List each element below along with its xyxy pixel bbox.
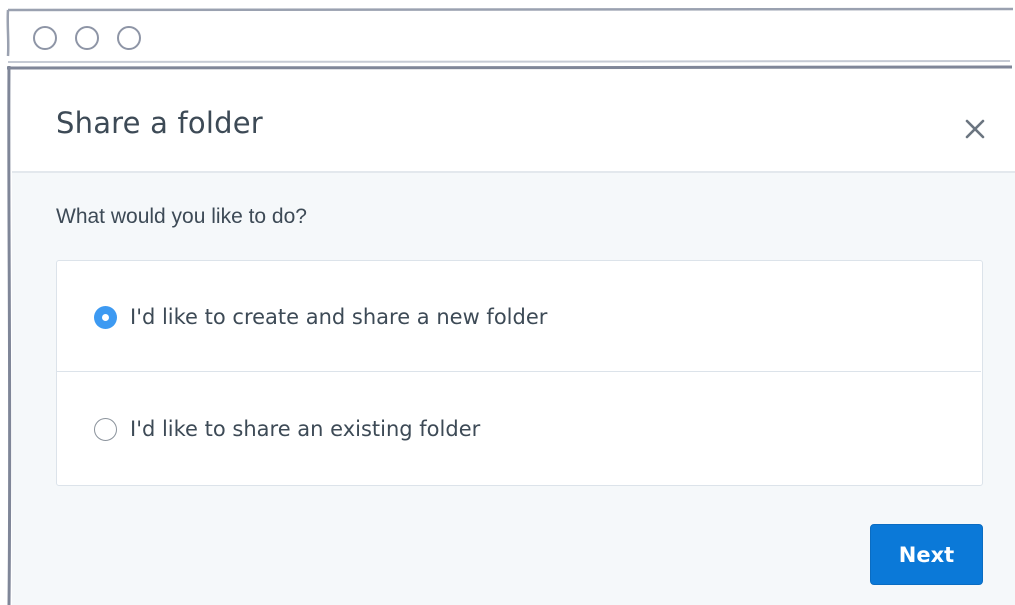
share-folder-dialog: Share a folder What would you like to do… (12, 70, 1015, 605)
window-maximize-dot[interactable] (117, 26, 141, 50)
option-label: I'd like to share an existing folder (130, 417, 481, 441)
dialog-header: Share a folder (12, 70, 1015, 173)
option-share-existing-folder[interactable]: I'd like to share an existing folder (57, 373, 981, 484)
radio-create-new-folder[interactable] (94, 306, 117, 329)
close-icon (965, 119, 985, 139)
window-close-dot[interactable] (33, 26, 57, 50)
radio-share-existing-folder[interactable] (94, 418, 117, 441)
option-create-new-folder[interactable]: I'd like to create and share a new folde… (57, 261, 981, 372)
app-window: Share a folder What would you like to do… (0, 0, 1015, 605)
option-label: I'd like to create and share a new folde… (130, 305, 548, 329)
close-button[interactable] (962, 116, 988, 142)
dialog-title: Share a folder (56, 106, 263, 140)
dialog-prompt: What would you like to do? (56, 205, 307, 228)
next-button[interactable]: Next (870, 524, 983, 585)
options-list: I'd like to create and share a new folde… (56, 260, 983, 486)
window-minimize-dot[interactable] (75, 26, 99, 50)
